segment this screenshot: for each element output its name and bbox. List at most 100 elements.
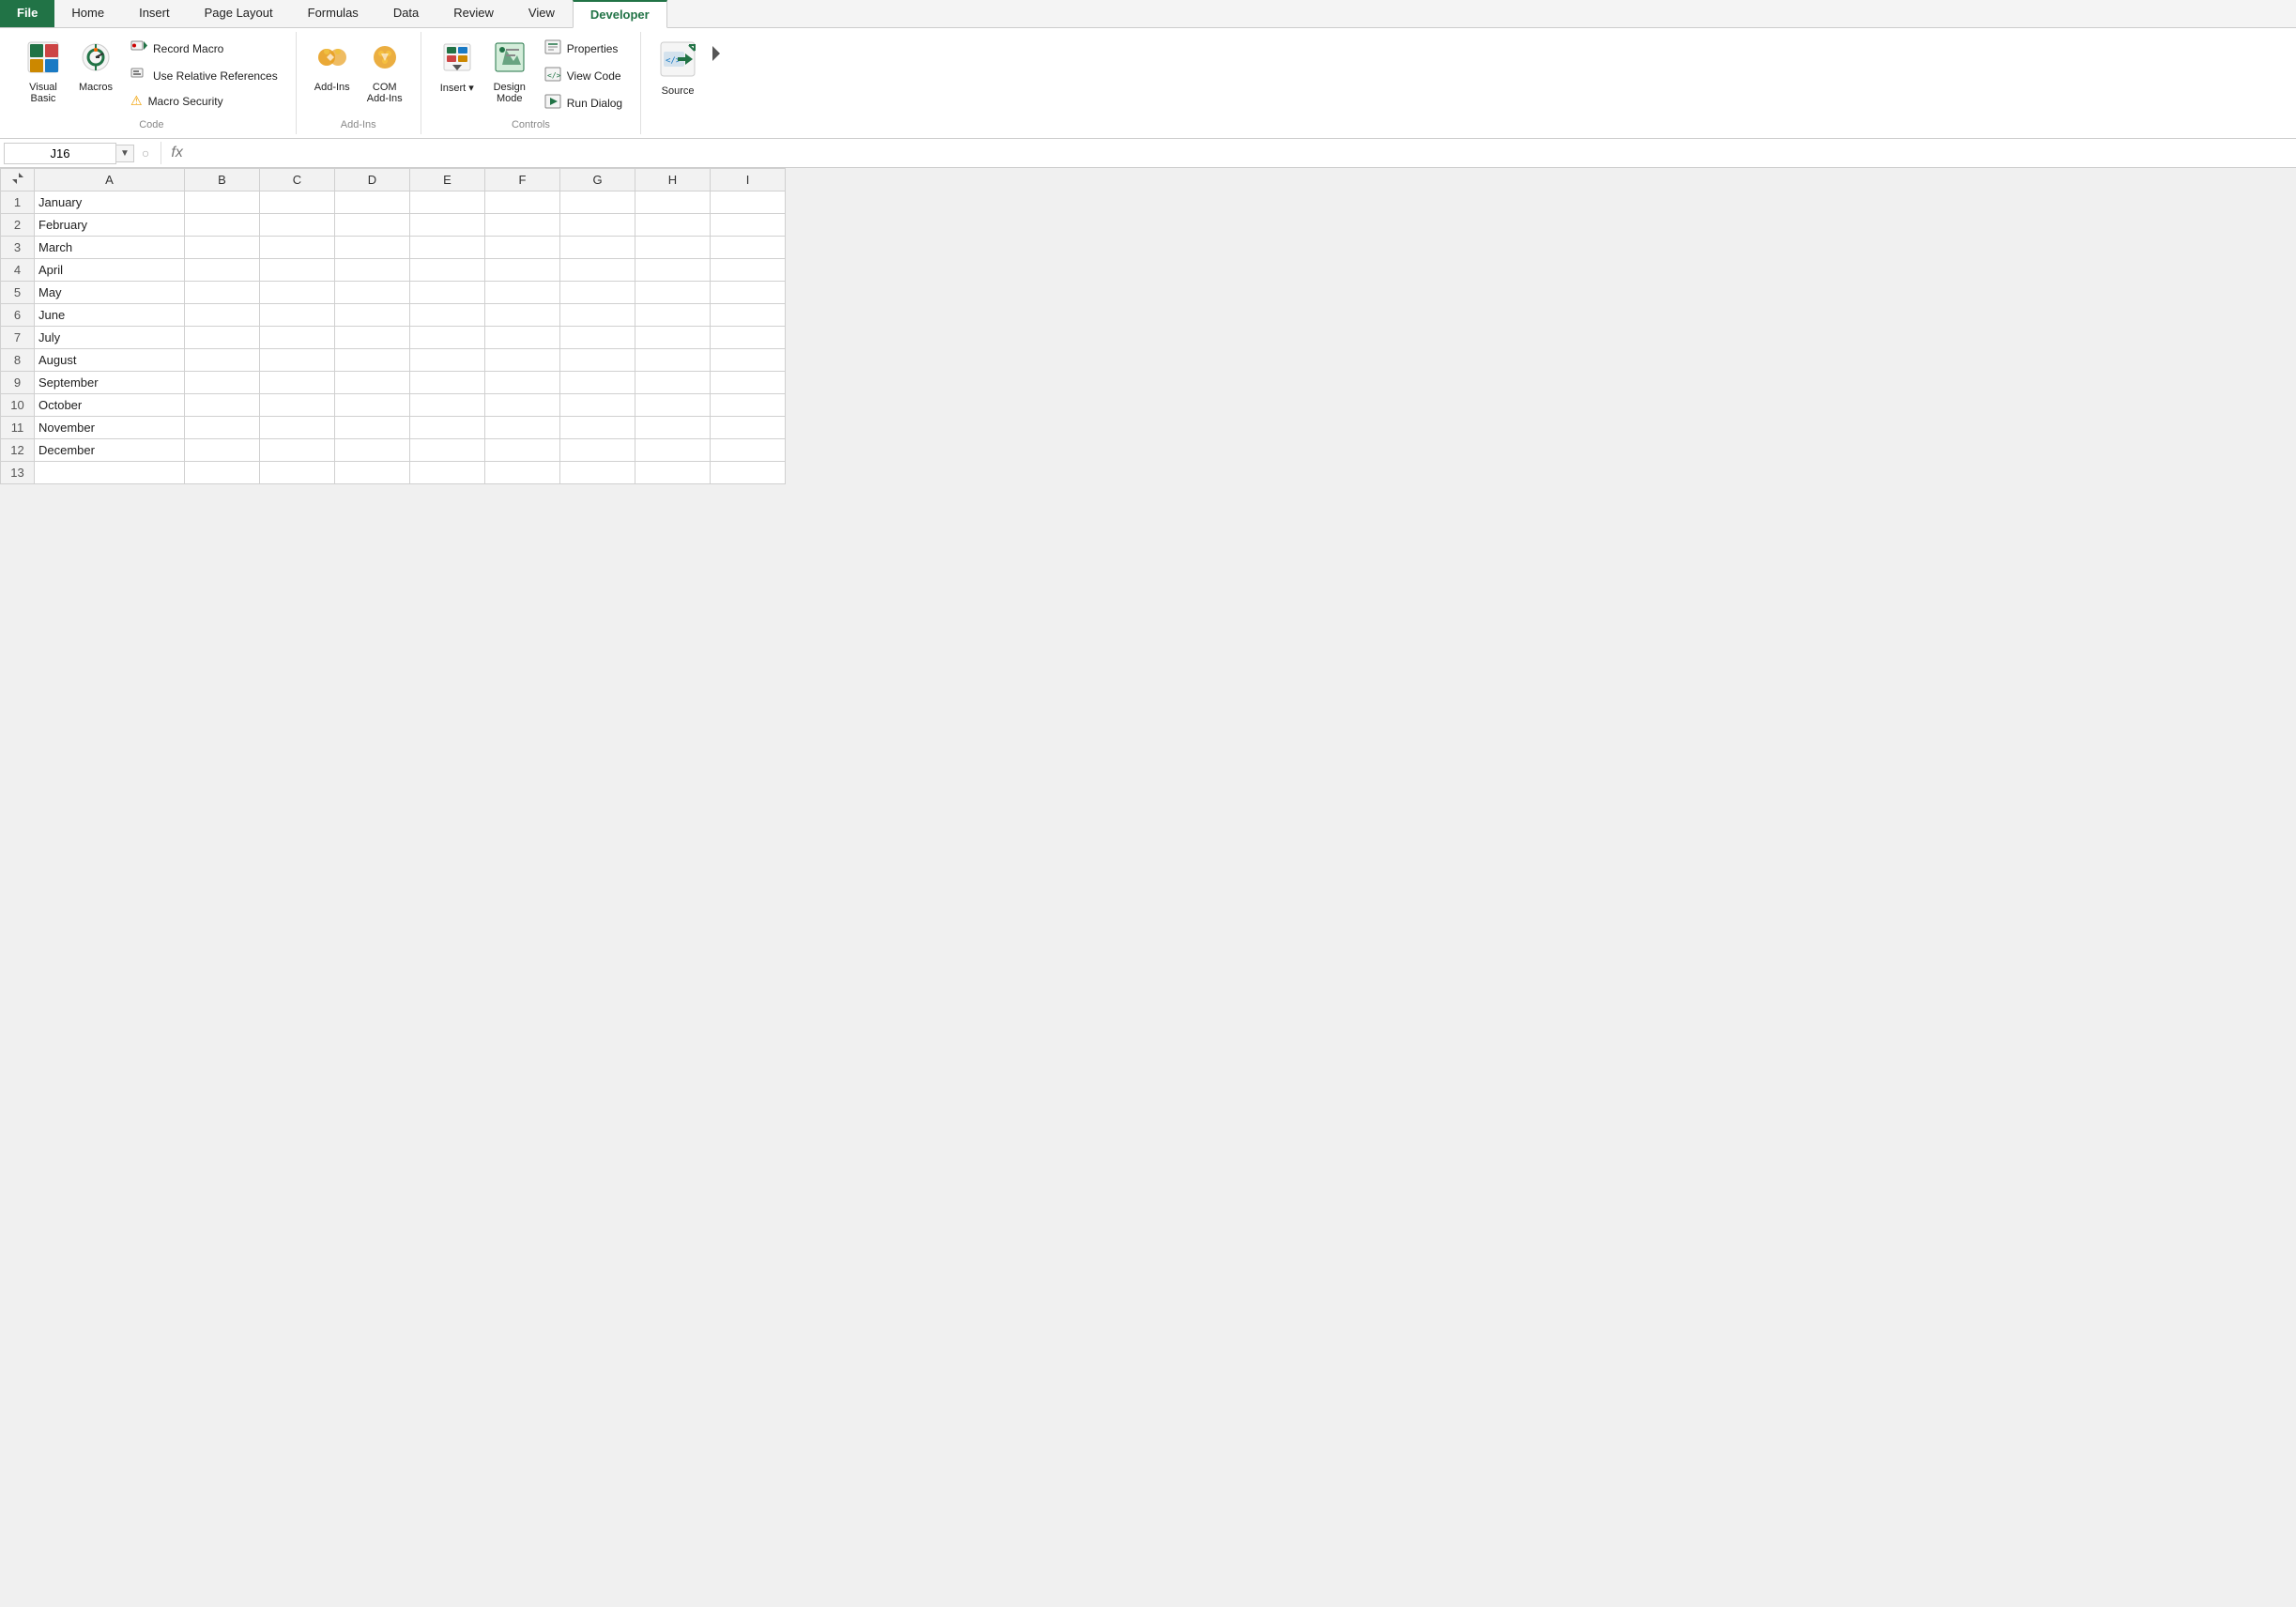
cell-A7[interactable]: July: [35, 327, 185, 349]
cell-E9[interactable]: [410, 372, 485, 394]
cell-G10[interactable]: [560, 394, 635, 417]
row-header-10[interactable]: 10: [1, 394, 35, 417]
col-header-c[interactable]: C: [260, 169, 335, 191]
cell-G1[interactable]: [560, 191, 635, 214]
cell-H8[interactable]: [635, 349, 711, 372]
cell-I4[interactable]: [711, 259, 786, 282]
cell-E2[interactable]: [410, 214, 485, 237]
cell-A3[interactable]: March: [35, 237, 185, 259]
cell-H4[interactable]: [635, 259, 711, 282]
row-header-6[interactable]: 6: [1, 304, 35, 327]
row-header-9[interactable]: 9: [1, 372, 35, 394]
cell-G11[interactable]: [560, 417, 635, 439]
cell-H3[interactable]: [635, 237, 711, 259]
cell-G5[interactable]: [560, 282, 635, 304]
cell-A5[interactable]: May: [35, 282, 185, 304]
name-box-dropdown[interactable]: ▼: [116, 145, 134, 162]
cell-A13[interactable]: [35, 462, 185, 484]
cell-I12[interactable]: [711, 439, 786, 462]
name-box[interactable]: [4, 143, 116, 164]
visual-basic-button[interactable]: VisualBasic: [19, 36, 68, 109]
cell-I2[interactable]: [711, 214, 786, 237]
cell-E5[interactable]: [410, 282, 485, 304]
cell-E7[interactable]: [410, 327, 485, 349]
tab-view[interactable]: View: [512, 0, 573, 27]
tab-review[interactable]: Review: [436, 0, 512, 27]
tab-data[interactable]: Data: [376, 0, 436, 27]
source-button[interactable]: </> Source: [652, 36, 703, 101]
cell-C9[interactable]: [260, 372, 335, 394]
cell-I10[interactable]: [711, 394, 786, 417]
cell-D2[interactable]: [335, 214, 410, 237]
cell-H12[interactable]: [635, 439, 711, 462]
cell-F12[interactable]: [485, 439, 560, 462]
cell-E4[interactable]: [410, 259, 485, 282]
xml-expand-button[interactable]: [707, 39, 726, 68]
cell-E8[interactable]: [410, 349, 485, 372]
cell-D4[interactable]: [335, 259, 410, 282]
cell-A12[interactable]: December: [35, 439, 185, 462]
cell-D5[interactable]: [335, 282, 410, 304]
macro-security-button[interactable]: ⚠ Macro Security: [124, 90, 284, 112]
cell-E6[interactable]: [410, 304, 485, 327]
cell-C4[interactable]: [260, 259, 335, 282]
col-header-h[interactable]: H: [635, 169, 711, 191]
cell-B1[interactable]: [185, 191, 260, 214]
cell-D12[interactable]: [335, 439, 410, 462]
view-code-button[interactable]: </> View Code: [538, 63, 629, 88]
row-header-3[interactable]: 3: [1, 237, 35, 259]
cell-C1[interactable]: [260, 191, 335, 214]
formula-input[interactable]: [192, 144, 2292, 163]
cell-B8[interactable]: [185, 349, 260, 372]
cell-G8[interactable]: [560, 349, 635, 372]
cell-E11[interactable]: [410, 417, 485, 439]
cell-D7[interactable]: [335, 327, 410, 349]
col-header-e[interactable]: E: [410, 169, 485, 191]
cell-B9[interactable]: [185, 372, 260, 394]
insert-control-button[interactable]: Insert ▾: [433, 36, 482, 99]
row-header-12[interactable]: 12: [1, 439, 35, 462]
cell-D13[interactable]: [335, 462, 410, 484]
tab-formulas[interactable]: Formulas: [291, 0, 376, 27]
cell-B10[interactable]: [185, 394, 260, 417]
cell-G3[interactable]: [560, 237, 635, 259]
cell-H7[interactable]: [635, 327, 711, 349]
cell-I7[interactable]: [711, 327, 786, 349]
col-header-a[interactable]: A: [35, 169, 185, 191]
cell-E12[interactable]: [410, 439, 485, 462]
col-header-i[interactable]: I: [711, 169, 786, 191]
cell-F8[interactable]: [485, 349, 560, 372]
cell-H10[interactable]: [635, 394, 711, 417]
cell-G9[interactable]: [560, 372, 635, 394]
cell-I3[interactable]: [711, 237, 786, 259]
cell-F11[interactable]: [485, 417, 560, 439]
cell-A6[interactable]: June: [35, 304, 185, 327]
row-header-7[interactable]: 7: [1, 327, 35, 349]
cell-H9[interactable]: [635, 372, 711, 394]
cell-I11[interactable]: [711, 417, 786, 439]
cell-A1[interactable]: January: [35, 191, 185, 214]
cell-C5[interactable]: [260, 282, 335, 304]
tab-insert[interactable]: Insert: [122, 0, 188, 27]
cell-I8[interactable]: [711, 349, 786, 372]
cell-D9[interactable]: [335, 372, 410, 394]
row-header-1[interactable]: 1: [1, 191, 35, 214]
col-header-g[interactable]: G: [560, 169, 635, 191]
row-header-4[interactable]: 4: [1, 259, 35, 282]
cell-C13[interactable]: [260, 462, 335, 484]
row-header-5[interactable]: 5: [1, 282, 35, 304]
add-ins-button[interactable]: Add-Ins: [308, 36, 357, 98]
cell-D10[interactable]: [335, 394, 410, 417]
com-add-ins-button[interactable]: COMAdd-Ins: [360, 36, 409, 109]
cell-F3[interactable]: [485, 237, 560, 259]
cell-B6[interactable]: [185, 304, 260, 327]
cell-C7[interactable]: [260, 327, 335, 349]
sheet-table-wrapper[interactable]: A B C D E F G H I 1January2February3Marc…: [0, 168, 2296, 484]
cell-B7[interactable]: [185, 327, 260, 349]
cell-D3[interactable]: [335, 237, 410, 259]
macros-button[interactable]: Macros: [71, 36, 120, 98]
cell-D1[interactable]: [335, 191, 410, 214]
cell-G13[interactable]: [560, 462, 635, 484]
cell-G12[interactable]: [560, 439, 635, 462]
cell-C2[interactable]: [260, 214, 335, 237]
